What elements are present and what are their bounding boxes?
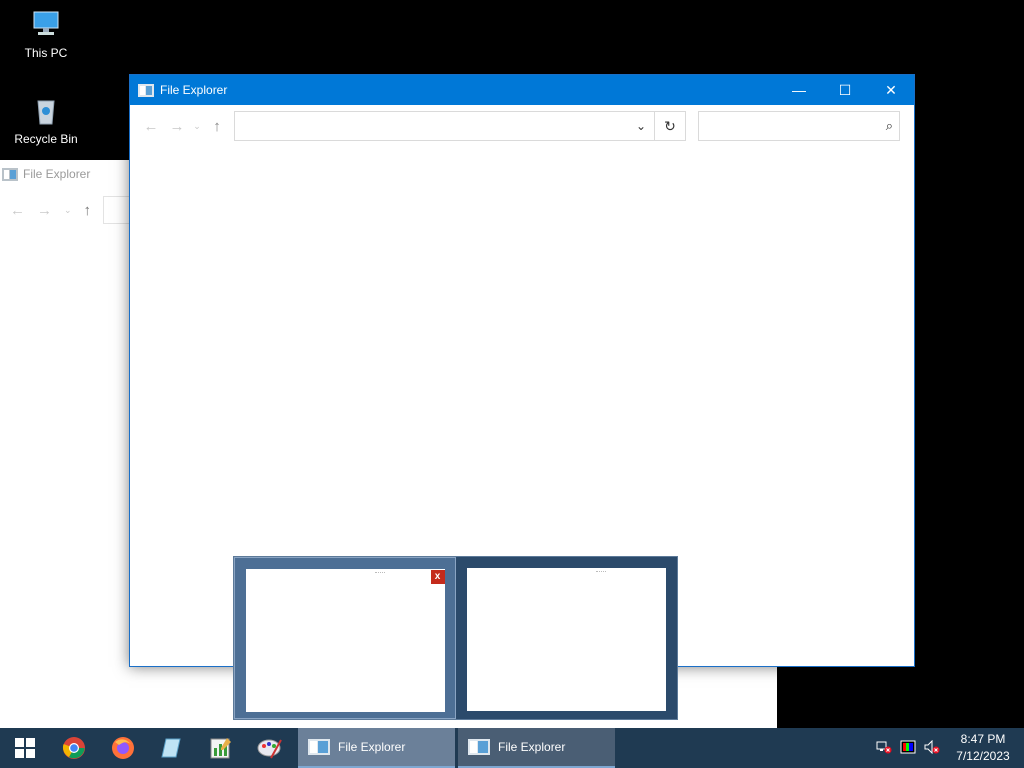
file-explorer-icon [138,83,154,97]
back-arrow-icon[interactable]: ← [10,202,25,219]
system-tray: 8:47 PM 7/12/2023 [872,728,1024,768]
desktop-icon-label: Recycle Bin [14,132,78,146]
paint-icon [257,739,282,759]
navigation-toolbar: ← → ⌄ ↑ ⌄ ↻ ⌕ [130,105,914,147]
search-icon: ⌕ [885,118,893,133]
taskbar-task-file-explorer-1[interactable]: File Explorer [298,728,455,768]
notepad-icon [160,738,181,758]
start-button[interactable] [0,728,49,768]
recent-locations-icon[interactable]: ⌄ [64,205,72,216]
display-color-icon[interactable] [896,740,920,757]
back-arrow-icon[interactable]: ← [138,118,164,135]
close-button[interactable]: ✕ [868,75,914,105]
chevron-down-icon[interactable]: ⌄ [628,119,654,133]
thumbnail-image [466,568,666,711]
chart-app-button[interactable] [196,728,245,768]
clock-date: 7/12/2023 [956,749,1010,763]
window-title: File Explorer [23,167,91,181]
file-explorer-icon [468,739,490,755]
firefox-icon [111,737,134,759]
thumbnail-window-2[interactable] [456,557,678,719]
notepad-button[interactable] [147,728,196,768]
search-input[interactable]: ⌕ [698,111,900,141]
network-disconnected-icon[interactable] [872,740,896,757]
chart-app-icon [210,738,231,759]
file-explorer-icon [2,167,18,181]
recycle-bin-icon [37,100,55,125]
refresh-icon[interactable]: ↻ [655,111,686,141]
forward-arrow-icon[interactable]: → [37,202,52,219]
window-titlebar[interactable]: File Explorer — ☐ ✕ [130,75,914,105]
forward-arrow-icon[interactable]: → [164,118,190,135]
chrome-button[interactable] [49,728,98,768]
desktop-icon-recycle-bin[interactable]: Recycle Bin [8,94,84,146]
taskbar-clock[interactable]: 8:47 PM 7/12/2023 [948,731,1018,765]
maximize-button[interactable]: ☐ [822,75,868,105]
file-explorer-icon [308,739,330,755]
minimize-button[interactable]: — [776,75,822,105]
desktop-icon-this-pc[interactable]: This PC [8,8,84,60]
task-label: File Explorer [498,740,566,754]
computer-icon [33,11,59,35]
firefox-button[interactable] [98,728,147,768]
windows-logo-icon [14,738,35,758]
taskbar-thumbnail-preview: x [233,556,678,720]
chrome-icon [62,737,85,759]
taskbar: File Explorer File Explorer 8:47 PM 7/12… [0,728,1024,768]
address-bar[interactable]: ⌄ [234,111,655,141]
taskbar-task-file-explorer-2[interactable]: File Explorer [458,728,615,768]
thumbnail-close-button[interactable]: x [430,570,445,584]
up-arrow-icon[interactable]: ↑ [84,202,92,219]
desktop: This PC Recycle Bin File Explorer ← → ⌄ … [0,0,1024,768]
volume-muted-icon[interactable] [920,739,944,757]
thumbnail-image [246,569,445,712]
paint-button[interactable] [245,728,294,768]
recent-locations-icon[interactable]: ⌄ [190,121,204,132]
window-title: File Explorer [160,83,228,97]
up-arrow-icon[interactable]: ↑ [204,118,230,135]
clock-time: 8:47 PM [960,732,1006,746]
task-label: File Explorer [338,740,406,754]
desktop-icon-label: This PC [24,46,68,60]
thumbnail-window-1[interactable]: x [234,557,456,719]
